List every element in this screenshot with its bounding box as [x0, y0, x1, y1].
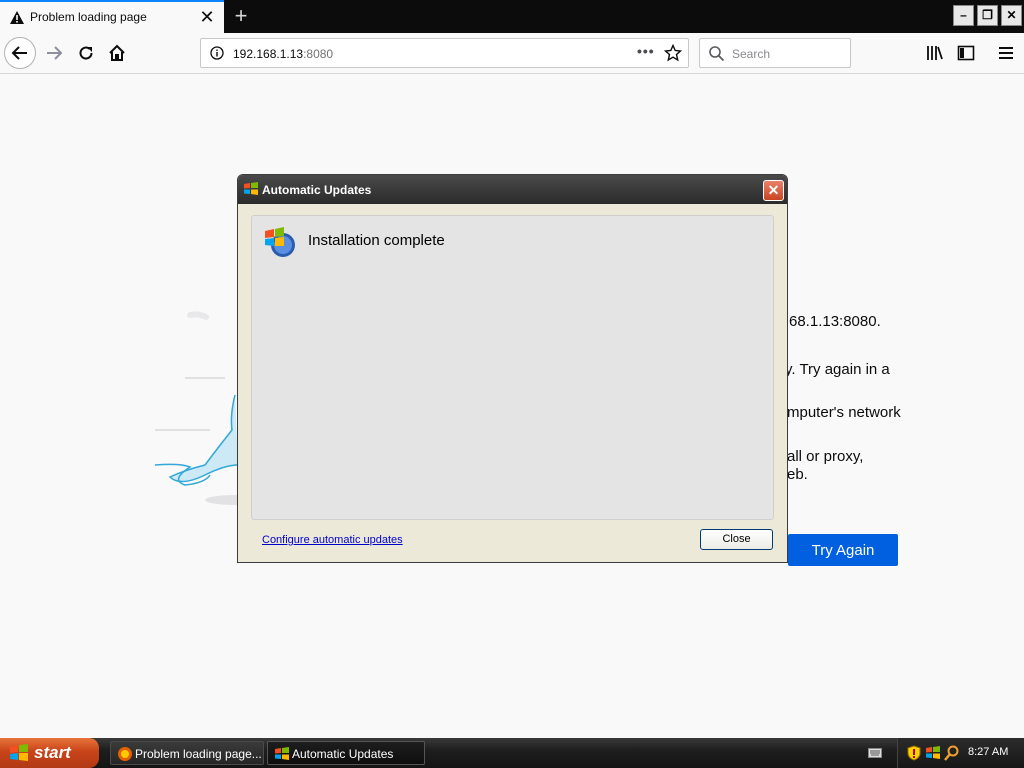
- start-label: start: [34, 743, 71, 762]
- close-button[interactable]: Close: [700, 529, 773, 550]
- search-input[interactable]: Search: [699, 38, 851, 68]
- page-actions-icon[interactable]: •••: [637, 43, 655, 59]
- magnifier-tray-icon[interactable]: [944, 745, 960, 761]
- configure-updates-link[interactable]: Configure automatic updates: [262, 534, 403, 546]
- taskbar: start Problem loading page... Automatic …: [0, 738, 1024, 768]
- error-text-line: all or proxy,: [787, 448, 864, 465]
- dialog-close-icon[interactable]: ✕: [763, 180, 784, 201]
- sidebar-icon: [957, 45, 975, 61]
- dialog-title: Automatic Updates: [262, 183, 372, 197]
- back-button[interactable]: [4, 37, 36, 69]
- bookmark-star-icon[interactable]: [664, 44, 682, 62]
- home-button[interactable]: [101, 37, 133, 69]
- reload-button[interactable]: [70, 37, 102, 69]
- warning-icon: [10, 11, 24, 24]
- system-tray: 8:27 AM: [897, 738, 1024, 768]
- dialog-titlebar[interactable]: Automatic Updates ✕: [238, 175, 787, 204]
- reload-icon: [79, 46, 93, 60]
- arrow-right-icon: [47, 46, 63, 60]
- windows-update-shield-icon: [265, 227, 295, 257]
- error-text-line: y. Try again in a: [785, 361, 890, 378]
- clock: 8:27 AM: [968, 746, 1009, 758]
- info-icon[interactable]: [210, 46, 224, 60]
- start-button[interactable]: start: [0, 738, 99, 768]
- arrow-left-icon: [11, 46, 27, 60]
- dialog-message-panel: Installation complete: [251, 215, 774, 520]
- url-text: 192.168.1.13:8080: [233, 47, 334, 61]
- taskbar-item-label: Automatic Updates: [292, 747, 394, 761]
- security-shield-icon[interactable]: [907, 745, 921, 761]
- error-text-line: mputer's network: [787, 404, 901, 421]
- tab-problem-loading[interactable]: Problem loading page ✕: [0, 0, 224, 33]
- hamburger-menu-icon: [999, 47, 1013, 59]
- dialog-message: Installation complete: [308, 232, 445, 249]
- url-bar[interactable]: 192.168.1.13:8080 •••: [200, 38, 689, 68]
- forward-button[interactable]: [38, 37, 70, 69]
- minimize-button[interactable]: –: [953, 5, 974, 26]
- new-tab-button[interactable]: +: [229, 2, 253, 30]
- windows-update-icon: [244, 182, 258, 195]
- windows-update-tray-icon[interactable]: [925, 745, 941, 761]
- windows-update-icon: [275, 747, 289, 760]
- library-icon: [927, 46, 943, 60]
- tab-close-icon[interactable]: ✕: [199, 7, 215, 27]
- error-text-line: 68.1.13:8080.: [789, 313, 881, 330]
- windows-logo-icon: [10, 744, 28, 761]
- error-illustration: [154, 311, 250, 505]
- search-icon: [709, 46, 725, 62]
- tab-strip: Problem loading page ✕ + – ❐ ✕: [0, 0, 1024, 33]
- sidebar-button[interactable]: [950, 37, 982, 69]
- firefox-icon: [118, 747, 132, 761]
- window-close-button[interactable]: ✕: [1001, 5, 1022, 26]
- error-text-line: eb.: [787, 466, 808, 483]
- restore-button[interactable]: ❐: [977, 5, 998, 26]
- search-placeholder: Search: [732, 47, 771, 61]
- tab-title: Problem loading page: [30, 10, 147, 24]
- navigation-toolbar: 192.168.1.13:8080 ••• Search: [0, 33, 1024, 74]
- library-button[interactable]: [918, 37, 950, 69]
- taskbar-item-automatic-updates[interactable]: Automatic Updates: [267, 741, 425, 765]
- keyboard-icon[interactable]: [868, 747, 882, 759]
- home-icon: [109, 44, 125, 61]
- menu-button[interactable]: [990, 37, 1022, 69]
- try-again-button[interactable]: Try Again: [788, 534, 898, 566]
- taskbar-item-label: Problem loading page...: [135, 747, 262, 761]
- taskbar-item-browser[interactable]: Problem loading page...: [110, 741, 264, 765]
- automatic-updates-dialog: Automatic Updates ✕ Installation complet…: [237, 174, 788, 563]
